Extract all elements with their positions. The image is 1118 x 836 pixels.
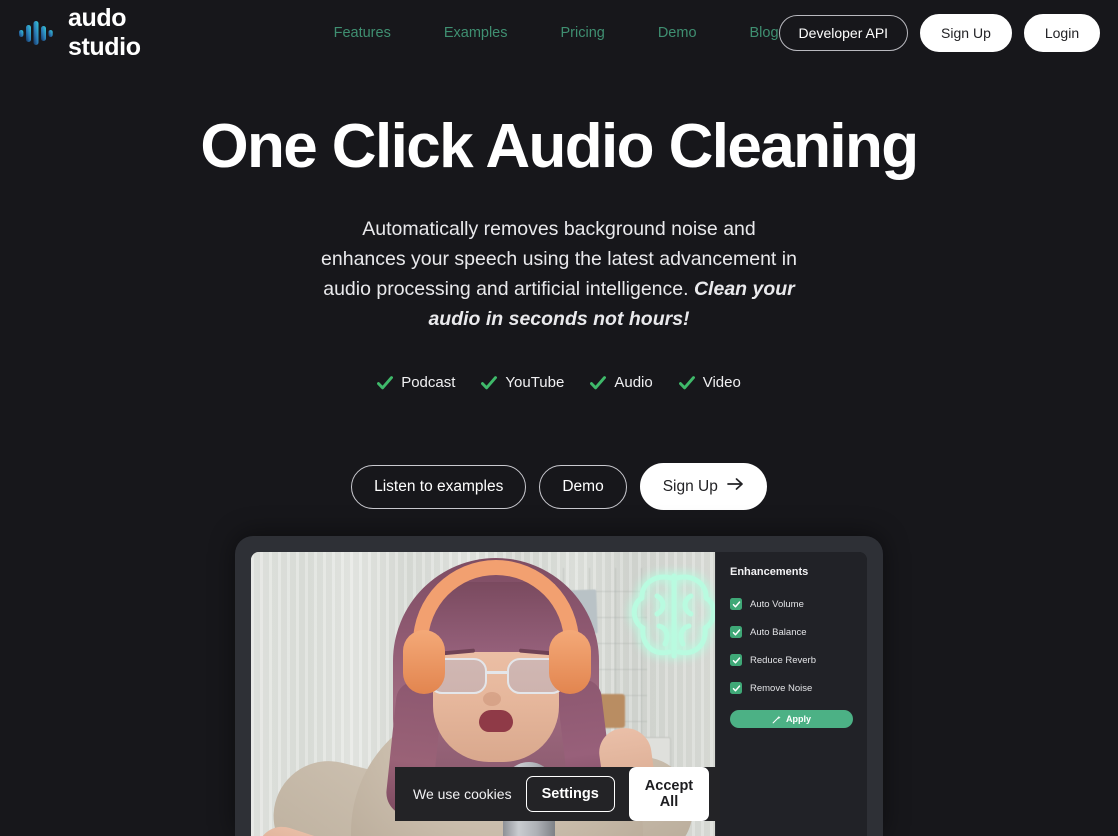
enhancements-panel: Enhancements Auto Volume Auto Balance Re…: [715, 552, 867, 836]
arrow-right-icon: [727, 477, 744, 496]
feature-tag-label: Podcast: [401, 374, 456, 392]
enhancement-label: Auto Volume: [750, 598, 804, 610]
magic-wand-icon: [772, 715, 781, 724]
feature-tag-row: Podcast YouTube Audio Video: [0, 374, 1118, 391]
listen-to-examples-button[interactable]: Listen to examples: [351, 464, 527, 509]
cookie-settings-button[interactable]: Settings: [525, 776, 615, 812]
headphone-cup: [403, 630, 445, 694]
feature-tag-podcast: Podcast: [377, 374, 455, 391]
main-nav: Features Examples Pricing Demo Blog: [334, 25, 779, 41]
apply-label: Apply: [785, 714, 811, 724]
enhancements-title: Enhancements: [730, 566, 809, 578]
nav-link-examples[interactable]: Examples: [444, 25, 508, 41]
checkbox-checked-icon[interactable]: [730, 626, 742, 638]
nav-link-features[interactable]: Features: [334, 25, 391, 41]
checkbox-checked-icon[interactable]: [730, 598, 742, 610]
enhancement-label: Auto Balance: [750, 626, 807, 638]
feature-tag-label: Video: [702, 374, 741, 392]
glasses-icon: [427, 648, 567, 694]
hero-subtitle: Automatically removes background noise a…: [319, 214, 799, 334]
feature-tag-video: Video: [678, 374, 741, 392]
page-title: One Click Audio Cleaning: [200, 112, 919, 181]
header-sign-up-button[interactable]: Sign Up: [920, 14, 1012, 52]
check-icon: [377, 375, 394, 391]
nav-link-demo[interactable]: Demo: [658, 25, 697, 41]
feature-tag-youtube: YouTube: [481, 374, 564, 391]
hero-sign-up-button[interactable]: Sign Up: [639, 463, 767, 511]
hero-sign-up-label: Sign Up: [662, 477, 718, 495]
headphone-cup: [549, 630, 591, 694]
cookie-message: We use cookies: [413, 786, 512, 802]
enhancement-option-remove-noise[interactable]: Remove Noise: [730, 682, 853, 694]
hero-section: One Click Audio Cleaning Automatically r…: [0, 66, 1118, 511]
enhancement-label: Reduce Reverb: [750, 654, 817, 666]
nose: [483, 692, 501, 706]
enhancement-label: Remove Noise: [750, 682, 813, 694]
check-icon: [678, 375, 695, 391]
header-actions: Developer API Sign Up Login: [778, 14, 1101, 52]
demo-button[interactable]: Demo: [539, 464, 627, 509]
enhancement-option-auto-balance[interactable]: Auto Balance: [730, 626, 853, 638]
enhancement-option-auto-volume[interactable]: Auto Volume: [730, 598, 853, 610]
site-header: audo studio Features Examples Pricing De…: [0, 0, 1118, 66]
feature-tag-label: Audio: [614, 374, 653, 392]
mouth: [479, 710, 513, 732]
apply-button[interactable]: Apply: [730, 710, 853, 728]
nav-link-pricing[interactable]: Pricing: [561, 25, 605, 41]
feature-tag-label: YouTube: [505, 374, 565, 392]
waveform-bars-icon: [18, 20, 58, 46]
enhancement-option-reduce-reverb[interactable]: Reduce Reverb: [730, 654, 853, 666]
checkbox-checked-icon[interactable]: [730, 682, 742, 694]
cookie-accept-all-button[interactable]: Accept All: [628, 767, 710, 821]
check-icon: [481, 375, 498, 391]
cookie-consent-banner: We use cookies Settings Accept All: [395, 767, 720, 821]
check-icon: [590, 375, 607, 391]
brand-logo[interactable]: audo studio: [18, 4, 141, 62]
headphones-icon: [413, 560, 579, 646]
bridge: [487, 671, 507, 674]
login-button[interactable]: Login: [1023, 14, 1101, 52]
developer-api-button[interactable]: Developer API: [778, 15, 909, 51]
cta-row: Listen to examples Demo Sign Up: [0, 463, 1118, 511]
nav-link-blog[interactable]: Blog: [750, 25, 779, 41]
checkbox-checked-icon[interactable]: [730, 654, 742, 666]
feature-tag-audio: Audio: [590, 374, 653, 392]
brand-name: audo studio: [68, 4, 141, 61]
